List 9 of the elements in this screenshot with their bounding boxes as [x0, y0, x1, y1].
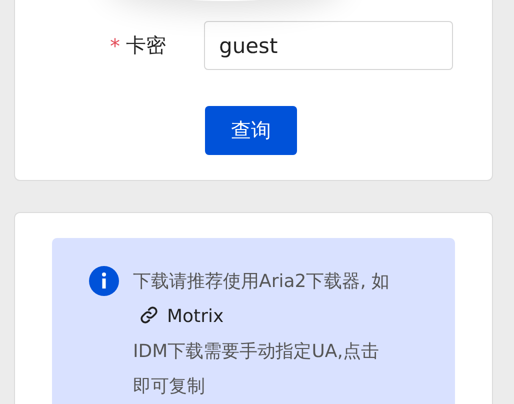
- info-icon: [89, 266, 119, 296]
- link-icon: [139, 305, 159, 325]
- query-button[interactable]: 查询: [205, 106, 297, 155]
- notice-text: IDM下载需要手动指定UA,点击即可复制: [133, 340, 380, 399]
- required-mark: *: [110, 34, 120, 58]
- notice-text: 下载请推荐使用Aria2下载器, 如 Motrix: [133, 270, 391, 329]
- input-field[interactable]: guest: [204, 21, 453, 70]
- field-label: 卡密: [126, 32, 166, 59]
- download-link[interactable]: Motrix: [133, 306, 224, 327]
